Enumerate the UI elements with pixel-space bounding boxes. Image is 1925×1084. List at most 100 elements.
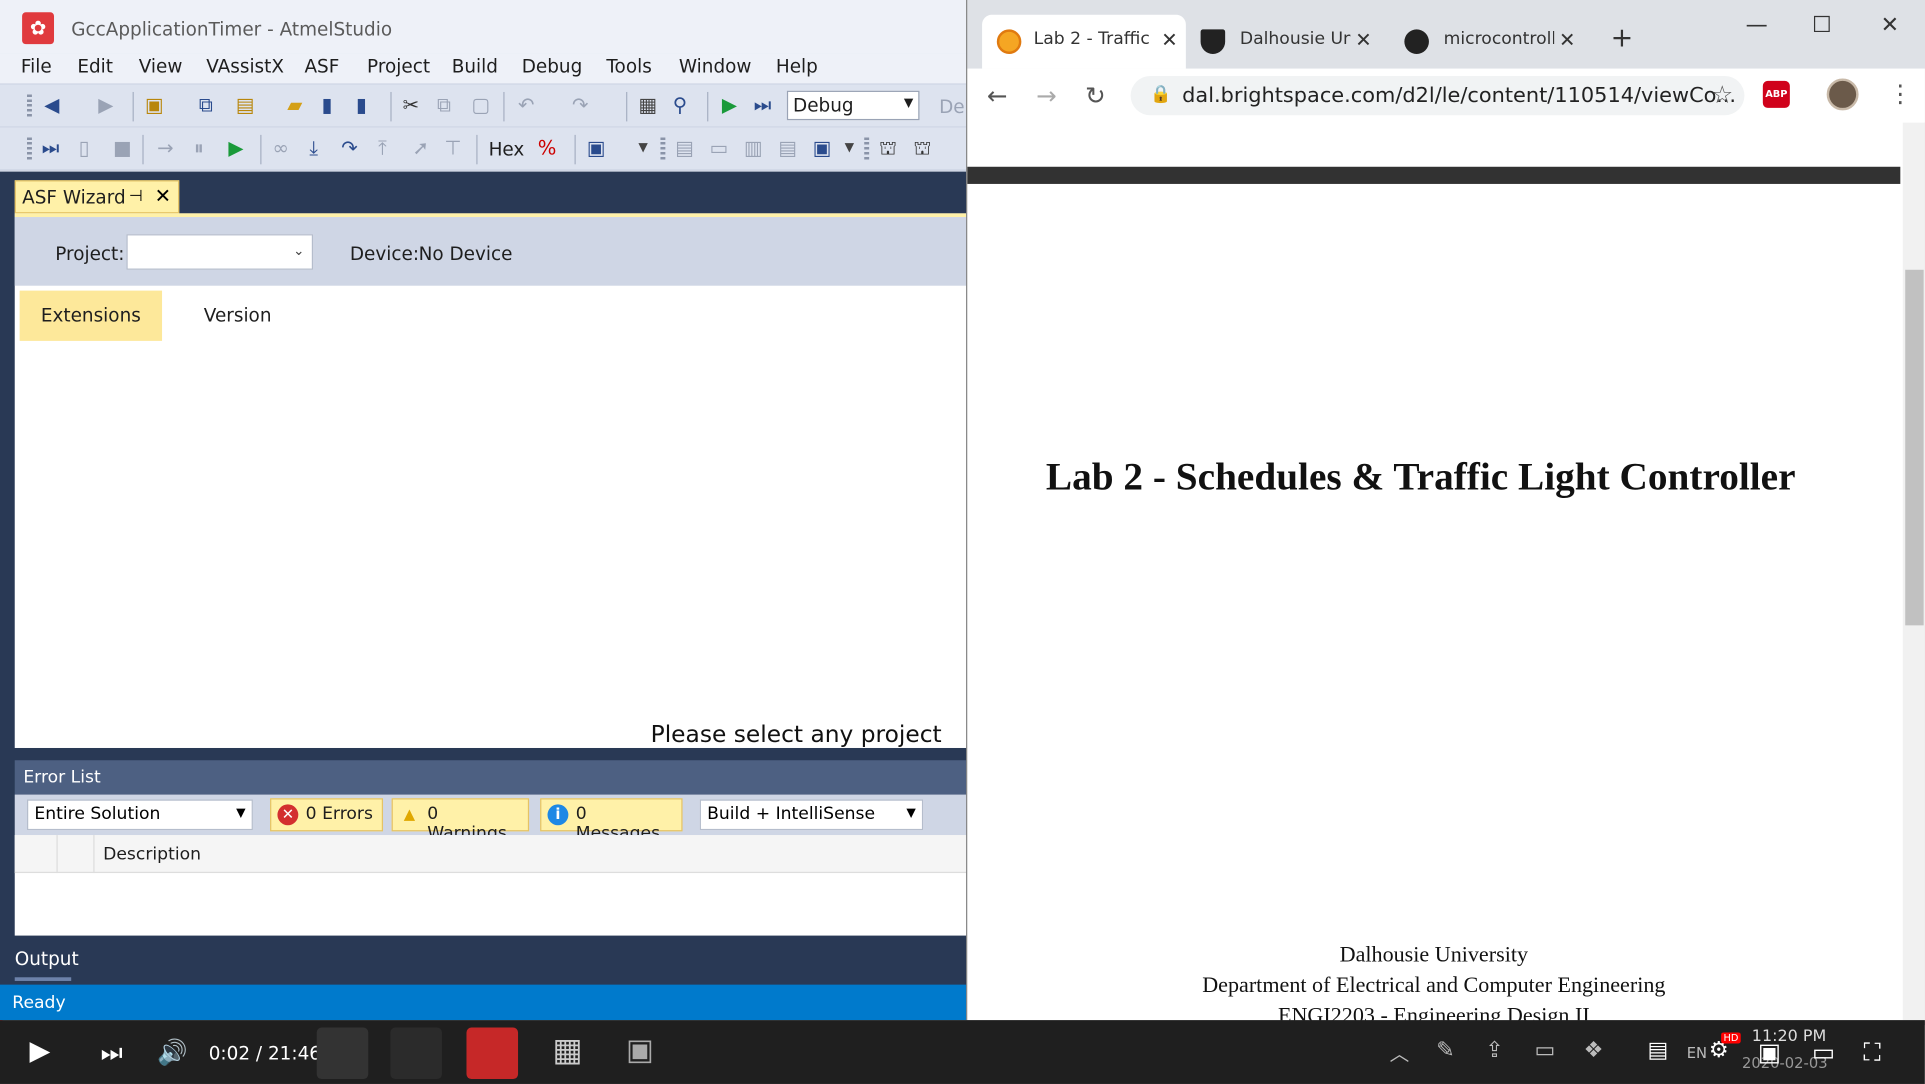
step-over-icon[interactable]: ↷ [341, 138, 357, 159]
undo-icon[interactable]: ↶ [518, 95, 534, 116]
breakpoints-icon[interactable]: ▤ [675, 138, 694, 159]
memory-icon[interactable]: ▥ [744, 138, 763, 159]
tab-extensions[interactable]: Extensions [19, 290, 163, 341]
taskbar-app-icon[interactable] [390, 1027, 442, 1080]
vertical-scrollbar[interactable] [1902, 122, 1925, 1021]
scrollbar-thumb[interactable] [1905, 269, 1924, 626]
tab-asf-wizard[interactable]: ASF Wizard ⊣ ✕ [14, 180, 180, 214]
battery-icon[interactable]: ▭ [1535, 1037, 1556, 1063]
continue-icon[interactable]: ⏭ [42, 138, 60, 159]
menu-vassistx[interactable]: VAssistX [206, 55, 284, 77]
messages-filter-button[interactable]: i0 Messages [540, 798, 683, 844]
add-item-icon[interactable]: ⧉ [199, 95, 213, 116]
tab-output[interactable]: Output [15, 948, 79, 970]
pause-icon[interactable]: ⏸ [194, 138, 204, 159]
find-icon[interactable]: ⚲ [673, 95, 687, 116]
windows-icon[interactable]: ▣ [587, 138, 606, 159]
scope-select[interactable]: Entire Solution ▼ [27, 799, 253, 831]
break-all-icon[interactable]: ▯ [79, 138, 90, 159]
project-select[interactable]: ⌄ [126, 234, 314, 270]
solution-explorer-icon[interactable]: ▦ [638, 95, 657, 116]
forward-icon[interactable]: → [1036, 81, 1057, 110]
address-bar[interactable]: 🔒 dal.brightspace.com/d2l/le/content/110… [1130, 76, 1745, 116]
taskbar-app-icon[interactable]: ▣ [626, 1032, 654, 1066]
save-icon[interactable]: ▮ [322, 95, 333, 116]
adblock-plus-icon[interactable]: ABP [1762, 80, 1790, 108]
new-tab-icon[interactable]: + [1611, 23, 1634, 54]
stop-debugging-icon[interactable]: ■ [113, 138, 132, 159]
build-source-select[interactable]: Build + IntelliSense ▼ [699, 799, 924, 831]
upload-icon[interactable]: ⇪ [1485, 1037, 1504, 1063]
subtitles-icon[interactable]: ▤ [1647, 1037, 1668, 1063]
cut-icon[interactable]: ✂ [403, 95, 419, 116]
device-programming-icon[interactable]: ⛫ [879, 138, 897, 159]
chevron-down-icon[interactable]: ▼ [845, 139, 854, 159]
run-to-cursor-icon[interactable]: ⊤ [444, 138, 461, 159]
volume-icon[interactable]: 🔊 [157, 1037, 188, 1066]
menu-project[interactable]: Project [367, 55, 430, 77]
start-without-debugging-icon[interactable]: ⏭ [754, 95, 772, 116]
menu-window[interactable]: Window [679, 55, 752, 77]
profile-avatar[interactable] [1826, 78, 1859, 111]
show-next-statement-icon[interactable]: → [157, 138, 173, 159]
forward-icon[interactable]: ▶ [98, 95, 113, 116]
atmel-taskbar-icon[interactable] [466, 1027, 519, 1080]
add-existing-icon[interactable]: ▤ [236, 95, 255, 116]
chevron-down-icon[interactable]: ▼ [638, 139, 647, 159]
miniplayer-icon[interactable]: ▣ [1758, 1037, 1781, 1066]
close-tab-icon[interactable]: ✕ [1355, 28, 1371, 51]
back-icon[interactable]: ◀ [44, 95, 59, 116]
bookmark-star-icon[interactable]: ☆ [1711, 80, 1733, 109]
theater-mode-icon[interactable]: ▭ [1812, 1037, 1835, 1066]
paste-icon[interactable]: ▢ [471, 95, 490, 116]
start-debugging-icon[interactable]: ▶ [722, 95, 737, 116]
description-column-header[interactable]: Description [103, 845, 201, 865]
menu-debug[interactable]: Debug [522, 55, 583, 77]
menu-build[interactable]: Build [452, 55, 498, 77]
browser-tab-dalhousie[interactable]: Dalhousie Un ✕ [1188, 15, 1389, 69]
hex-display-toggle[interactable]: Hex [489, 139, 525, 161]
close-icon[interactable]: ✕ [155, 184, 171, 207]
fullscreen-icon[interactable]: ⛶ [1863, 1037, 1880, 1066]
calculator-icon[interactable]: ▦ [552, 1032, 582, 1069]
chevron-up-icon[interactable]: ︿ [1390, 1037, 1410, 1066]
open-folder-icon[interactable]: ▰ [287, 95, 302, 116]
reload-icon[interactable]: ↻ [1085, 81, 1106, 110]
processor-icon[interactable]: ▣ [813, 138, 832, 159]
glasses-icon[interactable]: ∞ [273, 138, 289, 159]
close-window-icon[interactable]: ✕ [1881, 12, 1900, 38]
menu-view[interactable]: View [139, 55, 183, 77]
configuration-select[interactable]: Debug ▼ [786, 90, 920, 121]
cursor-icon[interactable]: ➚ [412, 138, 428, 159]
redo-icon[interactable]: ↷ [572, 95, 588, 116]
browser-tab-github[interactable]: microcontroll ✕ [1392, 15, 1593, 69]
menu-icon[interactable]: ⋮ [1888, 78, 1913, 107]
device-info-icon[interactable]: ⛫ [913, 138, 931, 159]
registers-icon[interactable]: ▭ [710, 138, 729, 159]
pin-icon[interactable]: ⊣ [129, 188, 143, 206]
next-icon[interactable]: ⏭ [101, 1037, 123, 1066]
errors-filter-button[interactable]: ✕ 0 Errors [270, 798, 384, 832]
step-out-icon[interactable]: ⤒ [378, 138, 387, 159]
close-tab-icon[interactable]: ✕ [1161, 28, 1177, 51]
menu-file[interactable]: File [21, 55, 52, 77]
copy-icon[interactable]: ⧉ [437, 95, 451, 116]
taskbar-app-icon[interactable] [316, 1027, 369, 1080]
io-view-icon[interactable]: ▤ [778, 138, 797, 159]
menu-edit[interactable]: Edit [77, 55, 113, 77]
warnings-filter-button[interactable]: ▲ 0 Warnings [391, 798, 530, 844]
back-icon[interactable]: ← [987, 81, 1008, 110]
percent-icon[interactable]: % [538, 138, 557, 159]
play-icon[interactable]: ▶ [29, 1036, 50, 1067]
menu-help[interactable]: Help [776, 55, 818, 77]
dropbox-icon[interactable]: ❖ [1584, 1037, 1604, 1063]
step-into-icon[interactable]: ⤓ [309, 138, 318, 159]
run-icon[interactable]: ▶ [228, 138, 243, 159]
menu-asf[interactable]: ASF [304, 55, 339, 77]
maximize-icon[interactable]: ☐ [1812, 12, 1832, 38]
save-all-icon[interactable]: ▮ [356, 95, 367, 116]
browser-tab-lab2[interactable]: Lab 2 - Traffic ✕ [982, 14, 1186, 69]
tab-version[interactable]: Version [204, 291, 302, 341]
pen-icon[interactable]: ✎ [1436, 1037, 1455, 1063]
menu-tools[interactable]: Tools [606, 55, 651, 77]
